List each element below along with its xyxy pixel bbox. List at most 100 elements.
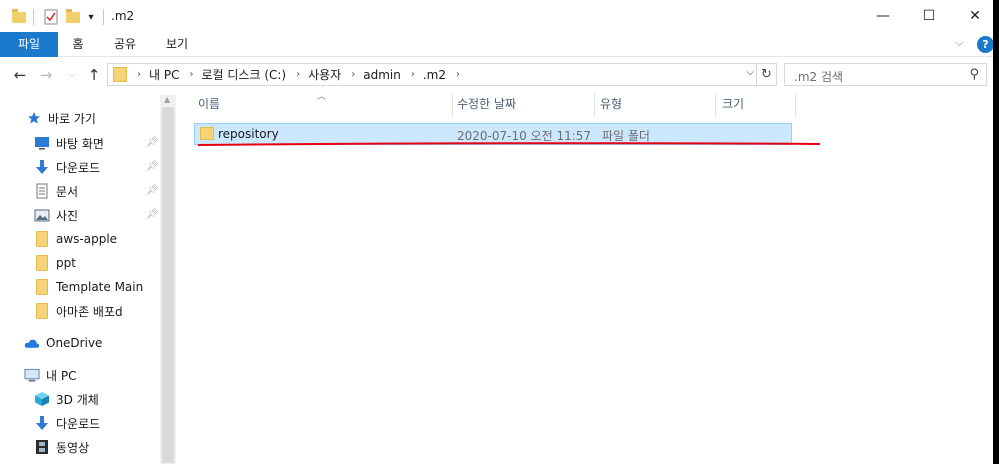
title-bar: ▾ .m2 — ☐ ✕: [0, 0, 999, 32]
sidebar-item-label: 다운로드: [56, 416, 101, 431]
folder-icon: [34, 303, 50, 319]
sidebar-item-downloads[interactable]: 다운로드: [34, 156, 100, 178]
desktop-icon: [34, 135, 50, 151]
up-arrow-icon[interactable]: ↑: [84, 65, 104, 85]
help-icon[interactable]: ?: [977, 36, 994, 53]
file-name[interactable]: repository: [218, 127, 279, 141]
download-icon: [34, 159, 50, 175]
breadcrumb-separator[interactable]: ›: [351, 69, 355, 80]
column-divider[interactable]: [452, 93, 453, 117]
breadcrumb-this-pc[interactable]: 내 PC: [149, 66, 179, 83]
tab-home[interactable]: 홈: [62, 32, 94, 57]
pin-icon[interactable]: 📌︎: [146, 137, 159, 148]
back-arrow-icon[interactable]: ←: [10, 65, 30, 85]
pin-icon[interactable]: 📌︎: [146, 161, 159, 172]
scroll-up-icon[interactable]: ▲: [164, 95, 170, 104]
sidebar-item-label: 3D 개체: [56, 392, 99, 407]
sidebar-item-onedrive[interactable]: OneDrive: [24, 332, 102, 354]
film-icon: [34, 439, 50, 455]
navigation-bar: ← → ⌵ ↑ › 내 PC › 로컬 디스크 (C:) › 사용자 › adm…: [0, 57, 999, 93]
annotation-underline: [198, 142, 820, 146]
sidebar-item-quick-access[interactable]: 바로 가기: [26, 107, 96, 129]
sidebar-item-label: 내 PC: [46, 368, 77, 383]
folder-icon[interactable]: [11, 7, 27, 27]
address-dropdown-icon[interactable]: ⌵: [746, 67, 754, 78]
refresh-icon[interactable]: ↻: [756, 64, 776, 85]
column-header-date[interactable]: 수정한 날짜: [457, 93, 592, 117]
breadcrumb-separator[interactable]: ›: [189, 69, 193, 80]
pin-icon[interactable]: 📌︎: [146, 185, 159, 196]
search-box[interactable]: .m2 검색 ⚲: [784, 63, 987, 86]
folder-icon: [113, 67, 127, 82]
sidebar-item-ppt[interactable]: ppt: [34, 252, 76, 274]
breadcrumb-m2[interactable]: .m2: [423, 68, 446, 82]
star-icon: [26, 110, 42, 126]
navigation-pane: 바로 가기 바탕 화면 📌︎ 다운로드 📌︎ 문서 📌︎ 사진 📌︎ aws-a…: [0, 93, 176, 464]
properties-icon[interactable]: [43, 7, 59, 27]
sidebar-item-desktop[interactable]: 바탕 화면: [34, 132, 104, 154]
picture-icon: [34, 207, 50, 223]
file-list: ︿ 이름 수정한 날짜 유형 크기 repository 2020-07-10 …: [178, 92, 999, 464]
customize-toolbar-icon[interactable]: ▾: [85, 7, 97, 27]
sidebar-item-label: 아마존 배포d: [56, 304, 123, 319]
folder-icon: [200, 127, 214, 140]
breadcrumb-local-disk[interactable]: 로컬 디스크 (C:): [201, 66, 286, 83]
maximize-button[interactable]: ☐: [906, 0, 952, 32]
sidebar-item-aws-apple[interactable]: aws-apple: [34, 228, 117, 250]
computer-icon: [24, 367, 40, 383]
sidebar-item-amazon-deploy[interactable]: 아마존 배포d: [34, 300, 123, 322]
new-folder-icon[interactable]: [65, 7, 81, 27]
sidebar-item-label: Template Main: [56, 280, 144, 294]
folder-icon: [34, 255, 50, 271]
close-button[interactable]: ✕: [952, 0, 998, 32]
forward-arrow-icon[interactable]: →: [36, 65, 56, 85]
search-icon[interactable]: ⚲: [969, 67, 979, 82]
sidebar-item-this-pc[interactable]: 내 PC: [24, 364, 76, 386]
sidebar-scrollbar[interactable]: ▲: [160, 95, 176, 464]
recent-locations-icon[interactable]: ⌵: [62, 65, 82, 85]
sidebar-item-3d-objects[interactable]: 3D 개체: [34, 388, 99, 410]
document-icon: [34, 183, 50, 199]
sidebar-item-label: 다운로드: [56, 160, 101, 175]
column-divider[interactable]: [594, 93, 595, 117]
column-header-name[interactable]: 이름: [198, 93, 450, 117]
breadcrumb-admin[interactable]: admin: [363, 68, 401, 82]
column-divider[interactable]: [795, 93, 796, 117]
breadcrumb-separator[interactable]: ›: [296, 69, 300, 80]
folder-icon: [34, 279, 50, 295]
sidebar-item-pc-downloads[interactable]: 다운로드: [34, 412, 100, 434]
tab-view[interactable]: 보기: [158, 32, 196, 57]
cloud-icon: [24, 335, 40, 351]
column-divider[interactable]: [715, 93, 716, 117]
minimize-button[interactable]: —: [860, 0, 906, 32]
window-title: .m2: [111, 9, 135, 23]
pin-icon[interactable]: 📌︎: [146, 209, 159, 220]
sidebar-item-pictures[interactable]: 사진: [34, 204, 78, 226]
breadcrumb-separator[interactable]: ›: [411, 69, 415, 80]
sidebar-item-label: ppt: [56, 256, 76, 270]
sidebar-item-label: 사진: [56, 208, 79, 223]
scrollbar-thumb[interactable]: [162, 107, 174, 463]
folder-icon: [34, 231, 50, 247]
column-header-size[interactable]: 크기: [722, 93, 792, 117]
search-input[interactable]: .m2 검색: [794, 68, 843, 85]
chevron-down-icon[interactable]: ⌵: [955, 36, 963, 50]
sidebar-item-label: 바로 가기: [48, 111, 96, 126]
tab-share[interactable]: 공유: [106, 32, 144, 57]
column-header-type[interactable]: 유형: [600, 93, 714, 117]
sidebar-item-template-main[interactable]: Template Main: [34, 276, 143, 298]
breadcrumb-separator[interactable]: ›: [456, 69, 460, 80]
tab-file[interactable]: 파일: [0, 32, 58, 57]
sidebar-item-documents[interactable]: 문서: [34, 180, 78, 202]
cube-icon: [34, 391, 50, 407]
breadcrumb-separator[interactable]: ›: [137, 69, 141, 80]
sidebar-item-videos[interactable]: 동영상: [34, 436, 89, 458]
download-icon: [34, 415, 50, 431]
screen-edge: [993, 0, 999, 464]
sidebar-item-label: aws-apple: [56, 232, 118, 246]
address-bar[interactable]: › 내 PC › 로컬 디스크 (C:) › 사용자 › admin › .m2…: [107, 63, 777, 86]
breadcrumb-users[interactable]: 사용자: [308, 66, 341, 83]
ribbon: 파일 홈 공유 보기 ⌵ ?: [0, 32, 999, 57]
sidebar-item-label: OneDrive: [46, 336, 103, 350]
divider: [103, 9, 104, 25]
